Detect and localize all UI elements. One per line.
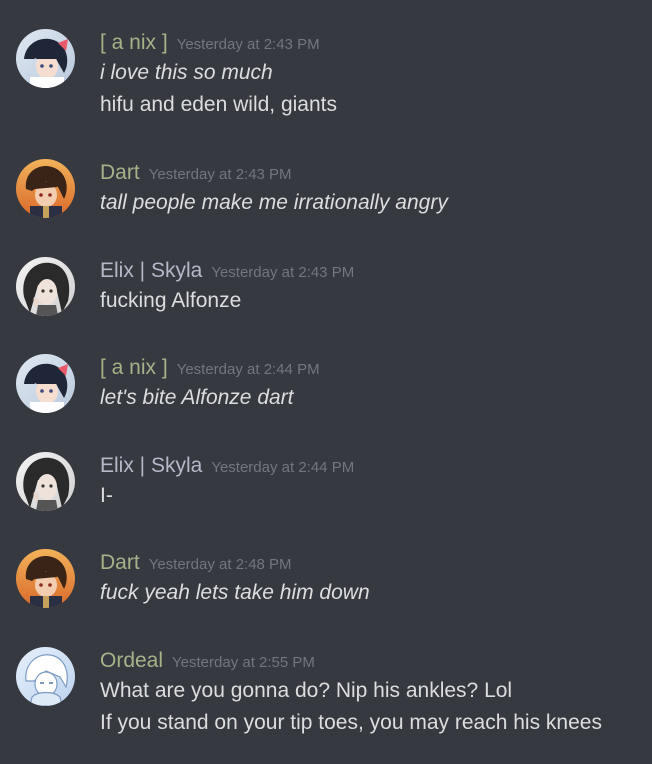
message-group: [ a nix ] Yesterday at 2:43 PM i love thi… [0, 29, 652, 116]
message-text: If you stand on your tip toes, you may r… [100, 711, 602, 734]
avatar[interactable] [16, 354, 75, 413]
avatar[interactable] [16, 452, 75, 511]
message-text: i love this so much [100, 61, 273, 84]
message-timestamp: Yesterday at 2:48 PM [148, 556, 292, 573]
message-text: let's bite Alfonze dart [100, 386, 294, 409]
message-timestamp: Yesterday at 2:44 PM [176, 361, 320, 378]
avatar[interactable] [16, 257, 75, 316]
message-text: fucking Alfonze [100, 289, 242, 312]
avatar[interactable] [16, 159, 75, 218]
message-timestamp: Yesterday at 2:43 PM [148, 166, 292, 183]
message-text: tall people make me irrationally angry [100, 191, 448, 214]
avatar[interactable] [16, 647, 75, 706]
message-author[interactable]: Elix | Skyla [100, 259, 202, 282]
message-group: Dart Yesterday at 2:48 PM fuck yeah lets … [0, 549, 652, 609]
message-group: Ordeal Yesterday at 2:55 PM What are you … [0, 647, 652, 747]
message-group: Elix | Skyla Yesterday at 2:44 PM I- [0, 452, 652, 512]
message-timestamp: Yesterday at 2:43 PM [211, 264, 355, 281]
message-group: [ a nix ] Yesterday at 2:44 PM let's bite… [0, 354, 652, 414]
message-timestamp: Yesterday at 2:55 PM [172, 654, 315, 671]
message-author[interactable]: Elix | Skyla [100, 454, 202, 477]
message-text: I- [100, 484, 113, 507]
message-author[interactable]: [ a nix ] [100, 356, 168, 379]
message-timestamp: Yesterday at 2:44 PM [211, 459, 355, 476]
message-text: hifu and eden wild, giants [100, 93, 337, 116]
message-author[interactable]: Ordeal [100, 649, 163, 672]
message-author[interactable]: [ a nix ] [100, 31, 168, 54]
message-author[interactable]: Dart [100, 551, 140, 574]
chat-message-list: [ a nix ] Yesterday at 2:43 PM i love thi… [0, 0, 652, 764]
message-text: fuck yeah lets take him down [100, 581, 370, 604]
message-group: Dart Yesterday at 2:43 PM tall people mak… [0, 159, 652, 219]
message-group: Elix | Skyla Yesterday at 2:43 PM fucking… [0, 257, 652, 317]
avatar[interactable] [16, 29, 75, 88]
message-timestamp: Yesterday at 2:43 PM [176, 36, 320, 53]
message-text: What are you gonna do? Nip his ankles? L… [100, 679, 513, 702]
message-author[interactable]: Dart [100, 161, 140, 184]
avatar[interactable] [16, 549, 75, 608]
